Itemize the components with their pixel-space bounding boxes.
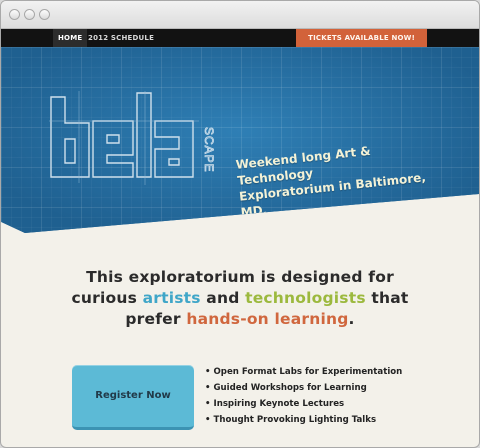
feature-item: • Thought Provoking Lighting Talks bbox=[205, 412, 402, 428]
window-minimize-button[interactable] bbox=[24, 9, 35, 20]
belascape-logo: bela SCAPE bbox=[49, 91, 216, 185]
top-navigation-bar: HOME 2012 SCHEDULE TICKETS AVAILABLE NOW… bbox=[1, 29, 479, 48]
logo-scape-text: SCAPE bbox=[202, 127, 216, 173]
window-titlebar bbox=[1, 1, 479, 29]
logo-letters: bela bbox=[49, 91, 52, 92]
headline-part-3: and bbox=[200, 289, 246, 307]
nav-2012-schedule-link[interactable]: 2012 SCHEDULE bbox=[83, 29, 159, 47]
feature-text: Guided Workshops for Learning bbox=[213, 383, 367, 393]
hero-tagline: Weekend long Art & Technology Explorator… bbox=[235, 135, 452, 233]
register-now-button[interactable]: Register Now bbox=[72, 365, 194, 430]
headline-hands-on-learning: hands-on learning bbox=[186, 310, 349, 328]
window-zoom-button[interactable] bbox=[39, 9, 50, 20]
feature-item: • Inspiring Keynote Lectures bbox=[205, 396, 402, 412]
tickets-available-button[interactable]: TICKETS AVAILABLE NOW! bbox=[296, 29, 427, 48]
window-close-button[interactable] bbox=[9, 9, 20, 20]
intro-headline: This exploratorium is designed for curio… bbox=[41, 267, 439, 330]
hero-banner: bela SCAPE Weekend long Art & Technology… bbox=[1, 47, 479, 233]
feature-text: Inspiring Keynote Lectures bbox=[213, 399, 345, 409]
feature-text: Open Format Labs for Experimentation bbox=[213, 367, 403, 377]
headline-part-2: curious bbox=[71, 289, 143, 307]
feature-text: Thought Provoking Lighting Talks bbox=[213, 415, 377, 425]
headline-artists: artists bbox=[142, 289, 201, 307]
headline-part-5: prefer bbox=[125, 310, 187, 328]
bullet-icon: • bbox=[205, 399, 211, 409]
feature-item: • Guided Workshops for Learning bbox=[205, 380, 402, 396]
browser-window: HOME 2012 SCHEDULE TICKETS AVAILABLE NOW… bbox=[0, 0, 480, 448]
feature-item: • Open Format Labs for Experimentation bbox=[205, 364, 402, 380]
headline-part-6: . bbox=[348, 310, 355, 328]
bullet-icon: • bbox=[205, 415, 211, 425]
headline-part-1: This exploratorium is designed for bbox=[86, 268, 394, 286]
bullet-icon: • bbox=[205, 367, 211, 377]
bullet-icon: • bbox=[205, 383, 211, 393]
headline-technologists: technologists bbox=[245, 289, 366, 307]
headline-part-4: that bbox=[365, 289, 409, 307]
features-list: • Open Format Labs for Experimentation • G… bbox=[205, 364, 402, 428]
